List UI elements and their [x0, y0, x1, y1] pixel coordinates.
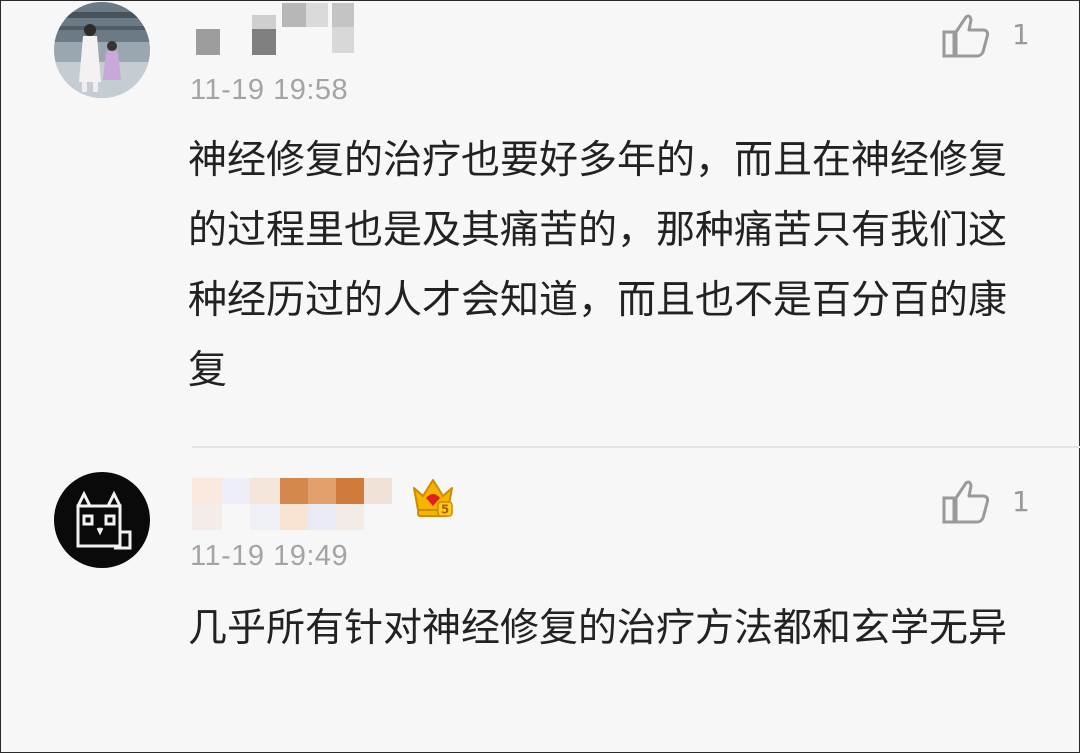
- comment-timestamp: 11-19 19:49: [190, 540, 349, 572]
- comment-item: 5 1 11-19 19:49 几乎所有针对神经修复的治疗方法都和玄学无异: [0, 448, 1080, 753]
- comment-item: 1 11-19 19:58 神经修复的治疗也要好多年的，而且在神经修复的过程里也…: [0, 0, 1080, 448]
- comment-text: 神经修复的治疗也要好多年的，而且在神经修复的过程里也是及其痛苦的，那种痛苦只有我…: [188, 138, 1008, 393]
- crown-level-badge-icon: 5: [410, 476, 456, 520]
- comment-text: 几乎所有针对神经修复的治疗方法都和玄学无异: [188, 606, 1008, 651]
- username-blurred[interactable]: [192, 3, 367, 55]
- username-blurred[interactable]: [192, 478, 397, 530]
- like-button[interactable]: [940, 12, 992, 60]
- comment-timestamp: 11-19 19:58: [190, 74, 349, 106]
- like-count: 1: [1012, 18, 1030, 51]
- like-count: 1: [1012, 485, 1030, 518]
- like-button[interactable]: [940, 478, 992, 526]
- thumbs-up-icon: [942, 14, 990, 58]
- user-avatar[interactable]: [54, 2, 150, 98]
- badge-level: 5: [441, 503, 449, 517]
- user-avatar[interactable]: [54, 472, 150, 568]
- thumbs-up-icon: [942, 480, 990, 524]
